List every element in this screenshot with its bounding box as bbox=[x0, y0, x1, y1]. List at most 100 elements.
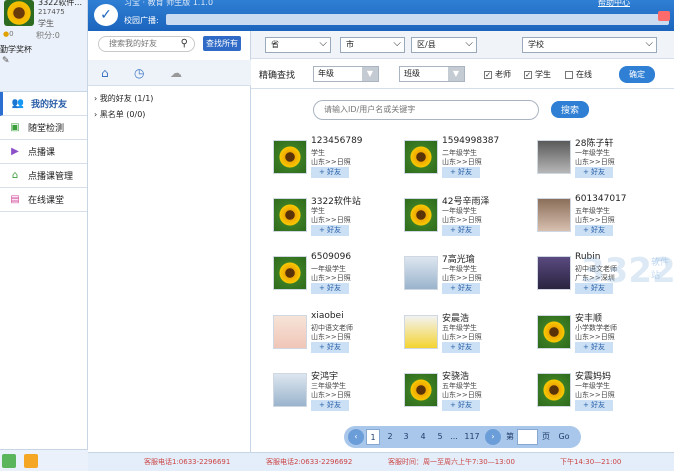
page-3[interactable]: 3 bbox=[399, 429, 413, 445]
search-all-button[interactable]: 查找所有 bbox=[203, 36, 241, 51]
friend-tree: › 我的好友 (1/1) › 黑名单 (0/0) bbox=[94, 91, 153, 123]
tree-group-blacklist[interactable]: › 黑名单 (0/0) bbox=[94, 107, 153, 123]
page-4[interactable]: 4 bbox=[416, 429, 430, 445]
avatar[interactable] bbox=[273, 198, 307, 232]
avatar[interactable] bbox=[404, 256, 438, 290]
confirm-button[interactable]: 确定 bbox=[619, 66, 655, 83]
clock-icon[interactable]: ◷ bbox=[134, 66, 144, 80]
user-card[interactable]: 123456789 学生 山东>>日照 + 好友 bbox=[273, 136, 403, 184]
user-card[interactable]: 安骁浩 五年级学生 山东>>日照 + 好友 bbox=[404, 369, 534, 417]
sidebar-item-classroom[interactable]: ▤ 在线课堂 bbox=[0, 188, 87, 212]
avatar[interactable] bbox=[404, 198, 438, 232]
user-card[interactable]: 安晨浩 五年级学生 山东>>日照 + 好友 bbox=[404, 311, 534, 359]
edit-icon[interactable]: ✎ bbox=[2, 56, 10, 66]
user-card[interactable]: 42号辛雨泽 一年级学生 山东>>日照 + 好友 bbox=[404, 194, 534, 242]
add-friend-button[interactable]: + 好友 bbox=[575, 400, 613, 411]
user-card[interactable]: 28陈子轩 一年级学生 山东>>日照 + 好友 bbox=[537, 136, 667, 184]
avatar[interactable] bbox=[537, 373, 571, 407]
class-select[interactable]: 班级 ▼ bbox=[399, 66, 465, 82]
points-label: 积分: bbox=[36, 31, 55, 40]
user-card[interactable]: 安丰顺 小学数学老师 山东>>日照 + 好友 bbox=[537, 311, 667, 359]
avatar[interactable] bbox=[404, 315, 438, 349]
avatar[interactable] bbox=[273, 256, 307, 290]
goto-prefix: 第 bbox=[506, 432, 514, 441]
add-friend-button[interactable]: + 好友 bbox=[311, 400, 349, 411]
online-checkbox[interactable]: 在线 bbox=[565, 69, 592, 80]
folder-icon[interactable] bbox=[24, 454, 38, 468]
add-friend-button[interactable]: + 好友 bbox=[442, 225, 480, 236]
add-friend-button[interactable]: + 好友 bbox=[311, 283, 349, 294]
close-icon[interactable] bbox=[658, 11, 670, 21]
add-friend-button[interactable]: + 好友 bbox=[311, 342, 349, 353]
avatar[interactable] bbox=[273, 373, 307, 407]
group-icon[interactable]: ☁ bbox=[170, 66, 182, 80]
avatar[interactable] bbox=[273, 140, 307, 174]
user-card[interactable]: 601347017 五年级学生 山东>>日照 + 好友 bbox=[537, 194, 667, 242]
page-5[interactable]: 5 bbox=[433, 429, 447, 445]
chat-icon[interactable] bbox=[2, 454, 16, 468]
go-button[interactable]: Go bbox=[554, 429, 574, 445]
user-location: 山东>>日照 bbox=[575, 391, 615, 399]
sidebar-item-course-manage[interactable]: ⌂ 点播课管理 bbox=[0, 164, 87, 188]
add-friend-button[interactable]: + 好友 bbox=[442, 167, 480, 178]
avatar[interactable] bbox=[404, 140, 438, 174]
next-page-icon[interactable]: › bbox=[485, 429, 501, 445]
prev-page-icon[interactable]: ‹ bbox=[348, 429, 364, 445]
search-icon[interactable]: ⚲ bbox=[181, 38, 188, 49]
friend-search-input[interactable] bbox=[109, 39, 179, 48]
goto-page-input[interactable] bbox=[517, 429, 538, 445]
avatar[interactable] bbox=[273, 315, 307, 349]
add-friend-button[interactable]: + 好友 bbox=[575, 283, 613, 294]
checkbox-checked: ✓ bbox=[524, 70, 532, 79]
user-location: 山东>>日照 bbox=[311, 158, 351, 166]
add-friend-button[interactable]: + 好友 bbox=[442, 400, 480, 411]
tree-group-friends[interactable]: › 我的好友 (1/1) bbox=[94, 91, 153, 107]
school-select[interactable]: 学校 ⌵ bbox=[522, 37, 657, 53]
district-select[interactable]: 区/县 ⌵ bbox=[411, 37, 477, 53]
sidebar-item-video[interactable]: ▶ 点播课 bbox=[0, 140, 87, 164]
user-card[interactable]: 安鸿宇 三年级学生 山东>>日照 + 好友 bbox=[273, 369, 403, 417]
avatar[interactable] bbox=[537, 198, 571, 232]
home-icon[interactable]: ⌂ bbox=[101, 66, 109, 80]
avatar[interactable] bbox=[404, 373, 438, 407]
user-card[interactable]: 安震妈妈 一年级学生 山东>>日照 + 好友 bbox=[537, 369, 667, 417]
grade-select[interactable]: 年级 ▼ bbox=[313, 66, 379, 82]
add-friend-button[interactable]: + 好友 bbox=[442, 342, 480, 353]
user-card[interactable]: 6509096 一年级学生 山东>>日照 + 好友 bbox=[273, 252, 403, 300]
student-checkbox[interactable]: ✓ 学生 bbox=[524, 69, 551, 80]
help-link[interactable]: 帮助中心 bbox=[598, 0, 630, 8]
points: 积分:0 bbox=[36, 30, 60, 41]
keyword-input[interactable] bbox=[324, 105, 524, 114]
pagination: ‹ 1 2 3 4 5 ... 117 › 第 页 Go bbox=[344, 426, 581, 448]
user-card[interactable]: Rubin 初中语文老师 广东>>深圳 + 好友 bbox=[537, 252, 667, 300]
city-select[interactable]: 市 ⌵ bbox=[340, 37, 405, 53]
add-friend-button[interactable]: + 好友 bbox=[575, 225, 613, 236]
sidebar-item-test[interactable]: ▣ 随堂检测 bbox=[0, 116, 87, 140]
friends-panel: ⚲ 查找所有 ⌂ ◷ ☁ › 我的好友 (1/1) › 黑名单 (0/0) bbox=[88, 31, 251, 452]
user-card[interactable]: 1594998387 二年级学生 山东>>日照 + 好友 bbox=[404, 136, 534, 184]
watermark-sub: 软件站 bbox=[651, 258, 670, 281]
friends-icon: 👥 bbox=[11, 97, 25, 109]
sidebar-item-friends[interactable]: 👥 我的好友 bbox=[0, 92, 87, 116]
page-117[interactable]: 117 bbox=[461, 429, 483, 445]
add-friend-button[interactable]: + 好友 bbox=[575, 342, 613, 353]
checkbox-label: 学生 bbox=[535, 70, 551, 79]
add-friend-button[interactable]: + 好友 bbox=[575, 167, 613, 178]
user-card[interactable]: 7高光瑜 一年级学生 山东>>日照 + 好友 bbox=[404, 252, 534, 300]
add-friend-button[interactable]: + 好友 bbox=[311, 167, 349, 178]
grade-value: 年级 bbox=[318, 69, 334, 78]
avatar[interactable] bbox=[537, 256, 571, 290]
add-friend-button[interactable]: + 好友 bbox=[311, 225, 349, 236]
avatar[interactable] bbox=[537, 315, 571, 349]
user-location: 山东>>日照 bbox=[442, 216, 482, 224]
user-card[interactable]: 3322软件站 学生 山东>>日照 + 好友 bbox=[273, 194, 403, 242]
user-card[interactable]: xiaobei 初中语文老师 山东>>日照 + 好友 bbox=[273, 311, 403, 359]
province-select[interactable]: 省 ⌵ bbox=[265, 37, 331, 53]
search-button[interactable]: 搜索 bbox=[551, 101, 589, 118]
teacher-checkbox[interactable]: ✓ 老师 bbox=[484, 69, 511, 80]
avatar[interactable] bbox=[4, 0, 34, 26]
avatar[interactable] bbox=[537, 140, 571, 174]
page-2[interactable]: 2 bbox=[383, 429, 397, 445]
page-1[interactable]: 1 bbox=[366, 429, 380, 445]
add-friend-button[interactable]: + 好友 bbox=[442, 283, 480, 294]
